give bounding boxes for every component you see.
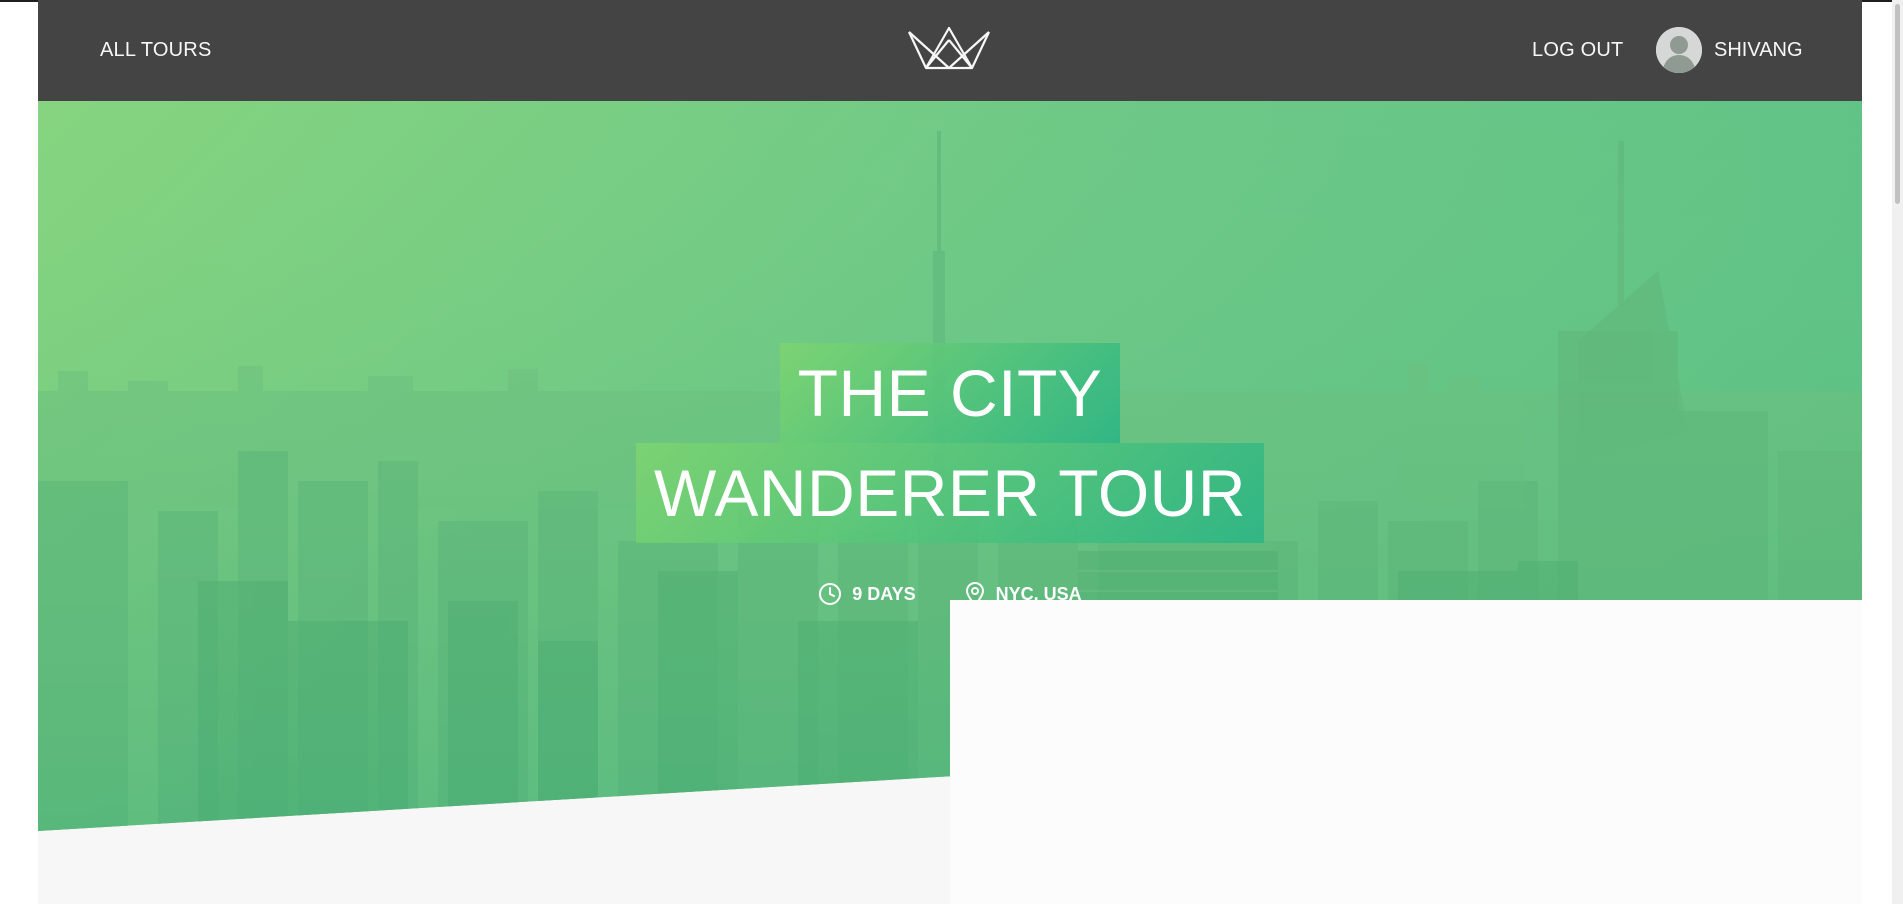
tour-title-line-2: WANDERER TOUR <box>636 443 1264 543</box>
all-tours-link[interactable]: ALL TOURS <box>100 0 211 101</box>
app: ALL TOURS LOG OUT SHIVANG THE CITY WANDE… <box>38 0 1862 904</box>
tour-duration: 9 DAYS <box>818 581 916 607</box>
content-panel-right <box>950 600 1862 904</box>
scrollbar-thumb[interactable] <box>1895 4 1900 204</box>
tour-title: THE CITY WANDERER TOUR <box>38 343 1862 543</box>
header: ALL TOURS LOG OUT SHIVANG <box>38 0 1862 101</box>
page-scrollbar[interactable] <box>1892 0 1903 904</box>
logout-link[interactable]: LOG OUT <box>1532 0 1623 101</box>
crown-logo-icon[interactable] <box>906 24 992 72</box>
user-name[interactable]: SHIVANG <box>1714 39 1803 62</box>
user-menu[interactable]: SHIVANG <box>1656 27 1803 73</box>
tour-duration-text: 9 DAYS <box>852 583 916 604</box>
clock-icon <box>819 583 842 605</box>
user-avatar-icon[interactable] <box>1656 27 1702 73</box>
tour-title-line-1: THE CITY <box>779 343 1121 443</box>
